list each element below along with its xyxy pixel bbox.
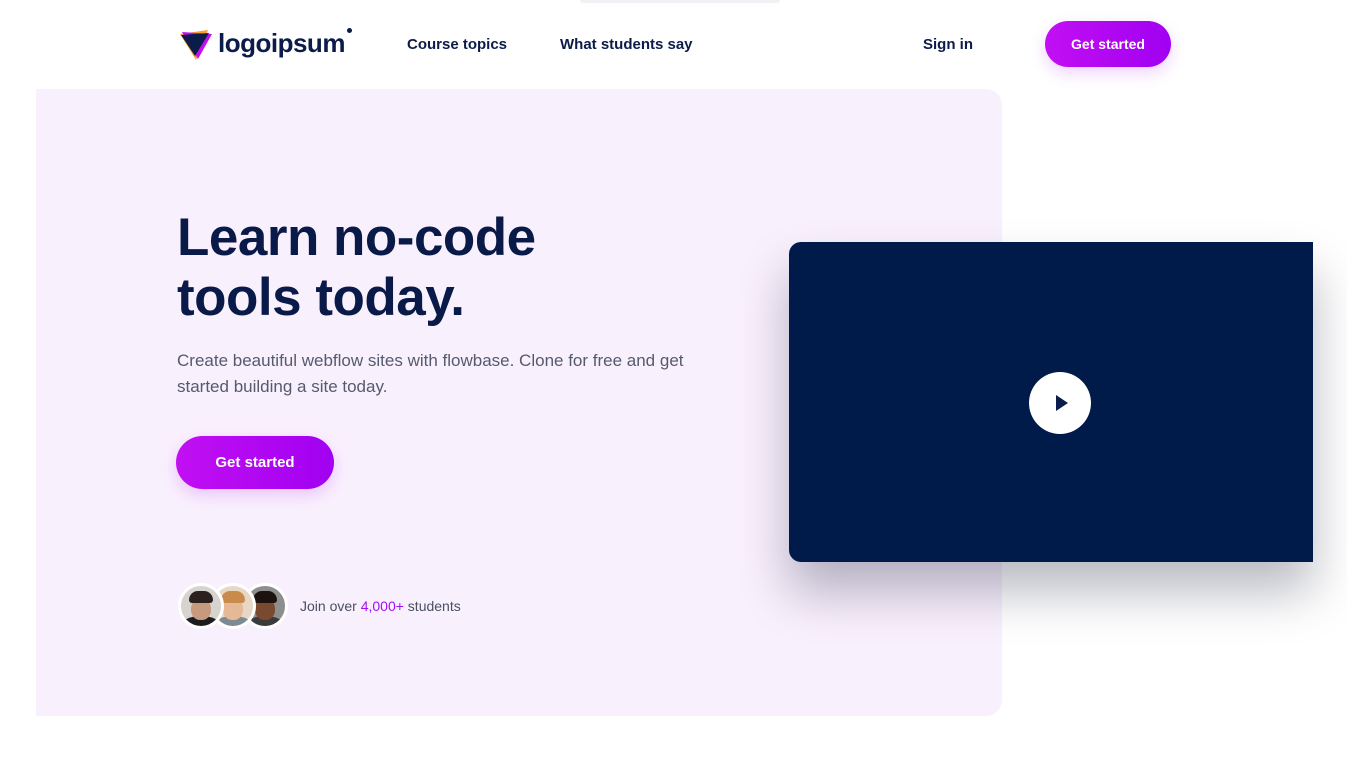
- hero-title: Learn no-code tools today.: [177, 208, 697, 328]
- header-get-started-button[interactable]: Get started: [1045, 21, 1171, 67]
- play-button[interactable]: [1029, 372, 1091, 434]
- student-social-proof: Join over 4,000+ students: [178, 583, 461, 629]
- hero-title-line-1: Learn no-code: [177, 208, 536, 267]
- header-get-started-label: Get started: [1071, 36, 1145, 52]
- brand-dot: [346, 27, 352, 33]
- students-count: 4,000+: [360, 598, 404, 614]
- hero-get-started-label: Get started: [215, 454, 295, 471]
- nav-link-what-students-say[interactable]: What students say: [560, 36, 693, 53]
- site-header: logoipsum Course topics What students sa…: [0, 0, 1347, 88]
- play-icon: [1056, 395, 1068, 411]
- brand-name: logoipsum: [218, 27, 345, 58]
- video-player[interactable]: [789, 242, 1313, 562]
- hero-get-started-button[interactable]: Get started: [176, 436, 334, 489]
- students-prefix: Join over: [300, 598, 361, 614]
- students-suffix: students: [403, 598, 461, 614]
- avatar: [178, 583, 224, 629]
- hero-title-line-2: tools today.: [177, 268, 465, 327]
- brand-logo[interactable]: logoipsum: [178, 26, 352, 62]
- nav-link-course-topics[interactable]: Course topics: [407, 36, 507, 53]
- students-count-text: Join over 4,000+ students: [300, 598, 461, 614]
- sign-in-link[interactable]: Sign in: [923, 36, 973, 53]
- triangle-logo-icon: [180, 30, 212, 60]
- hero-subtitle: Create beautiful webflow sites with flow…: [177, 351, 684, 396]
